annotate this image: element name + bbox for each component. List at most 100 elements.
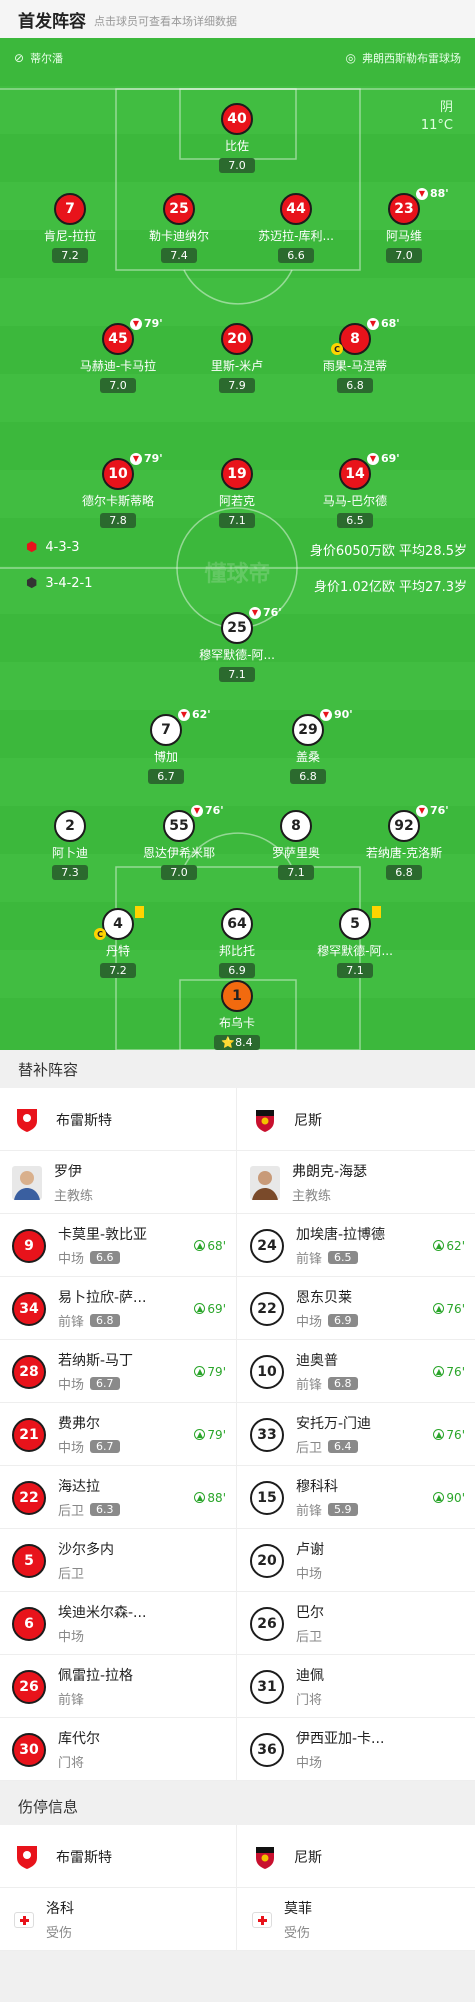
home-sub-player[interactable]: 21 费弗尔 中场 6.7 ▲ 79' [0, 1403, 237, 1466]
home-player-7[interactable]: 20 里斯-米卢 7.9 [189, 323, 285, 393]
sub-out-icon: ▼ [416, 187, 428, 200]
away-player-1[interactable]: 25 ▼ 76' 穆罕默德-阿... 7.1 [189, 606, 285, 682]
sub-out-marker: ▼ 76' [249, 606, 282, 619]
injury-away-player[interactable]: 莫菲 受伤 [238, 1888, 475, 1951]
sub-out-marker: ▼ 90' [320, 708, 353, 721]
sub-in-icon: ▲ [194, 1240, 206, 1251]
player-number: 2 [54, 810, 86, 842]
away-sub-player[interactable]: 26 巴尔 后卫 [238, 1592, 475, 1655]
sub-out-icon: ▼ [130, 317, 142, 330]
home-player-11[interactable]: 14 ▼ 69' 马马-巴尔德 6.5 [307, 452, 403, 528]
away-player-7[interactable]: 92 ▼ 76' 若纳唐-克洛斯 6.8 [356, 804, 452, 880]
player-number-text: 20 [227, 331, 247, 347]
sub-number: 20 [250, 1543, 284, 1578]
sub-number: 24 [250, 1228, 284, 1263]
player-number-text: 5 [350, 916, 360, 932]
player-number: 92 ▼ 76' [388, 804, 449, 842]
away-player-8[interactable]: 4 C 丹特 7.2 [70, 906, 166, 978]
player-number-text: 45 [108, 331, 128, 347]
home-player-6[interactable]: 45 ▼ 79' 马赫迪-卡马拉 7.0 [70, 317, 166, 393]
player-rating: 6.8 [386, 865, 422, 880]
home-player-8[interactable]: 8 ▼ 68' C 雨果-马涅蒂 6.8 [307, 317, 403, 393]
home-sub-player[interactable]: 34 易卜拉欣-萨... 前锋 6.8 ▲ 69' [0, 1277, 237, 1340]
home-player-2[interactable]: 7 肯尼-拉拉 7.2 [22, 193, 118, 263]
away-player-6[interactable]: 8 罗萨里奥 7.1 [248, 810, 344, 880]
sub-row: 9 卡莫里-敦比亚 中场 6.6 ▲ 68' 24 加埃唐-拉博德 前锋 6.5 ▲ 62' [0, 1214, 475, 1277]
player-number-text: 10 [108, 466, 128, 482]
away-sub-player[interactable]: 24 加埃唐-拉博德 前锋 6.5 ▲ 62' [238, 1214, 475, 1277]
home-player-1[interactable]: 40 比佐 7.0 [189, 103, 285, 173]
home-player-10[interactable]: 19 阿若克 7.1 [189, 458, 285, 528]
player-rating: 6.9 [219, 963, 255, 978]
home-player-4[interactable]: 44 苏迈拉-库利... 6.6 [248, 193, 344, 263]
player-name: 博加 [153, 750, 178, 764]
away-sub-player[interactable]: 31 迪佩 门将 [238, 1655, 475, 1718]
sub-rating: 5.9 [328, 1503, 358, 1516]
player-number: 44 [280, 193, 312, 225]
player-name: 穆罕默德-阿... [199, 648, 275, 662]
home-player-5[interactable]: 23 ▼ 88' 阿马维 7.0 [356, 187, 452, 263]
sub-name: 恩东贝莱 [296, 1290, 352, 1306]
whistle-icon: ⊘ [14, 51, 25, 65]
weather: 阴 11°C [421, 99, 453, 135]
away-player-10[interactable]: 5 穆罕默德-阿... 7.1 [307, 906, 403, 978]
away-player-5[interactable]: 55 ▼ 76' 恩达伊希米耶 7.0 [131, 804, 227, 880]
sub-position: 中场 [296, 1756, 323, 1771]
away-player-9[interactable]: 64 邦比托 6.9 [189, 908, 285, 978]
brest-crest-icon [17, 1845, 37, 1869]
player-rating: 6.7 [148, 769, 184, 784]
home-sub-player[interactable]: 26 佩雷拉-拉格 前锋 [0, 1655, 237, 1718]
sub-number: 26 [12, 1669, 46, 1704]
away-player-11[interactable]: 1 布乌卡 ⭐8.4 [189, 980, 285, 1050]
home-sub-player[interactable]: 28 若纳斯-马丁 中场 6.7 ▲ 79' [0, 1340, 237, 1403]
away-player-2[interactable]: 7 ▼ 62' 博加 6.7 [118, 708, 214, 784]
injury-player-row: 洛科 受伤 莫菲 受伤 [0, 1888, 475, 1951]
home-player-9[interactable]: 10 ▼ 79' 德尔卡斯蒂略 7.8 [70, 452, 166, 528]
home-player-3[interactable]: 25 勒卡迪纳尔 7.4 [131, 193, 227, 263]
sub-in-minute: 76' [446, 1364, 465, 1379]
coach-avatar [12, 1165, 42, 1200]
home-team-name: 蒂尔潘 [30, 52, 64, 65]
away-sub-player[interactable]: 22 恩东贝莱 中场 6.9 ▲ 76' [238, 1277, 475, 1340]
away-sub-player[interactable]: 15 穆科科 前锋 5.9 ▲ 90' [238, 1466, 475, 1529]
page-subtitle: 点击球员可查看本场详细数据 [94, 14, 237, 28]
player-name: 肯尼-拉拉 [43, 229, 97, 243]
subs-away-team[interactable]: 尼斯 [294, 1110, 322, 1130]
player-rating: 7.1 [219, 667, 255, 682]
away-coach[interactable]: 弗朗克-海瑟 主教练 [238, 1151, 475, 1214]
sub-name: 库代尔 [58, 1731, 100, 1747]
sub-number: 31 [250, 1669, 284, 1704]
injury-home-team[interactable]: 布雷斯特 [56, 1847, 112, 1867]
top-bar: 首发阵容 点击球员可查看本场详细数据 [0, 0, 475, 38]
player-name: 若纳唐-克洛斯 [365, 846, 443, 860]
away-sub-player[interactable]: 10 迪奥普 前锋 6.8 ▲ 76' [238, 1340, 475, 1403]
home-sub-player[interactable]: 5 沙尔多内 后卫 [0, 1529, 237, 1592]
subs-home-team[interactable]: 布雷斯特 [56, 1110, 112, 1130]
away-sub-player[interactable]: 33 安托万-门迪 后卫 6.4 ▲ 76' [238, 1403, 475, 1466]
home-sub-player[interactable]: 22 海达拉 后卫 6.3 ▲ 88' [0, 1466, 237, 1529]
sub-rating: 6.3 [90, 1503, 120, 1516]
away-player-3[interactable]: 29 ▼ 90' 盖桑 6.8 [260, 708, 356, 784]
player-number-text: 55 [169, 818, 189, 834]
home-coach[interactable]: 罗伊 主教练 [0, 1151, 237, 1214]
away-player-4[interactable]: 2 阿卜迪 7.3 [22, 810, 118, 880]
away-sub-player[interactable]: 36 伊西亚加-卡... 中场 [238, 1718, 475, 1781]
player-number-text: 64 [227, 916, 247, 932]
sub-out-marker: ▼ 68' [367, 317, 400, 330]
away-sub-player[interactable]: 20 卢谢 中场 [238, 1529, 475, 1592]
sub-in-minute: 79' [207, 1364, 226, 1379]
injury-section-title: 伤停信息 [0, 1787, 475, 1825]
sub-minute: 76' [430, 804, 449, 817]
sub-in-marker: ▲ 68' [194, 1239, 226, 1253]
home-sub-player[interactable]: 6 埃迪米尔森-... 中场 [0, 1592, 237, 1655]
player-name: 德尔卡斯蒂略 [81, 494, 154, 508]
player-number-text: 8 [291, 818, 301, 834]
home-sub-player[interactable]: 30 库代尔 门将 [0, 1718, 237, 1781]
sub-row: 22 海达拉 后卫 6.3 ▲ 88' 15 穆科科 前锋 5.9 ▲ 90' [0, 1466, 475, 1529]
sub-position: 中场 [58, 1630, 85, 1645]
sub-out-icon: ▼ [367, 452, 379, 465]
injury-away-team[interactable]: 尼斯 [294, 1847, 322, 1867]
sub-name: 若纳斯-马丁 [58, 1353, 134, 1369]
home-sub-player[interactable]: 9 卡莫里-敦比亚 中场 6.6 ▲ 68' [0, 1214, 237, 1277]
injury-home-player[interactable]: 洛科 受伤 [0, 1888, 237, 1951]
